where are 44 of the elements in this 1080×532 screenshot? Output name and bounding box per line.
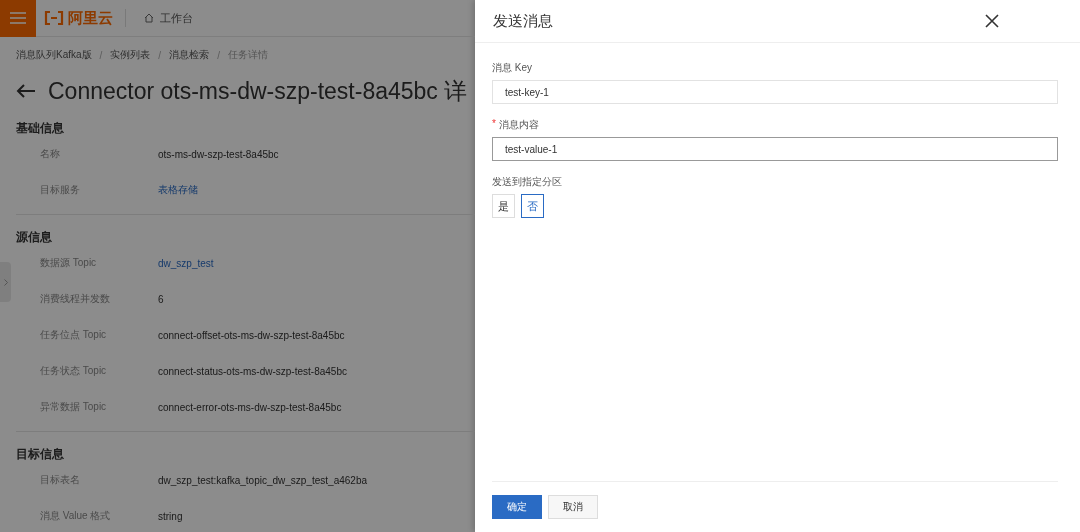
field-value: 6	[158, 293, 164, 305]
home-icon	[144, 13, 154, 23]
field-label: 发送到指定分区	[492, 175, 562, 189]
close-icon	[984, 13, 1000, 29]
breadcrumb-separator: /	[99, 49, 103, 61]
bracket-icon	[44, 11, 64, 25]
field-value: dw_szp_test:kafka_topic_dw_szp_test_a462ba	[158, 474, 368, 486]
option-button[interactable]: 否	[521, 194, 544, 218]
field-label: 目标服务	[40, 183, 81, 197]
section-title: 源信息	[16, 229, 53, 245]
breadcrumb-link[interactable]: 消息检索	[169, 48, 210, 62]
field-value: connect-error-ots-ms-dw-szp-test-8a45bc	[158, 401, 342, 413]
field-value: connect-status-ots-ms-dw-szp-test-8a45bc	[158, 365, 347, 377]
field-value: connect-offset-ots-ms-dw-szp-test-8a45bc	[158, 329, 345, 341]
sidebar-handle[interactable]	[0, 262, 11, 302]
field-value: ots-ms-dw-szp-test-8a45bc	[158, 148, 279, 160]
breadcrumb-link[interactable]: 实例列表	[110, 48, 151, 62]
close-button[interactable]	[984, 13, 1000, 29]
field-label: 任务状态 Topic	[40, 364, 108, 378]
chevron-icon	[3, 278, 8, 286]
breadcrumb-separator: /	[158, 49, 162, 61]
drawer-title: 发送消息	[493, 11, 553, 31]
input-field[interactable]: test-value-1	[492, 137, 1058, 161]
back-arrow-icon[interactable]	[16, 83, 36, 99]
section-title: 目标信息	[16, 446, 65, 462]
input-field[interactable]: test-key-1	[492, 80, 1058, 104]
menu-icon	[10, 12, 26, 24]
field-label: 目标表名	[40, 473, 81, 487]
section-title: 基础信息	[16, 120, 65, 136]
option-button[interactable]: 是	[492, 194, 515, 218]
confirm-button[interactable]: 确定	[492, 495, 542, 519]
value-link[interactable]: 表格存储	[158, 183, 198, 197]
field-label: 名称	[40, 147, 61, 161]
required-mark: *	[492, 118, 496, 131]
cancel-button[interactable]: 取消	[548, 495, 598, 519]
field-value: string	[158, 510, 183, 522]
field-label: 消息内容	[498, 118, 539, 132]
breadcrumb-separator: /	[217, 49, 220, 61]
value-link[interactable]: dw_szp_test	[158, 257, 214, 269]
logo-text: 阿里云	[68, 8, 113, 28]
workbench-link[interactable]: 工作台	[144, 10, 193, 26]
field-label: 消息 Key	[492, 61, 532, 75]
page-title: Connector ots-ms-dw-szp-test-8a45bc 详	[48, 76, 468, 106]
breadcrumb-link[interactable]: 消息队列Kafka版	[16, 48, 92, 62]
